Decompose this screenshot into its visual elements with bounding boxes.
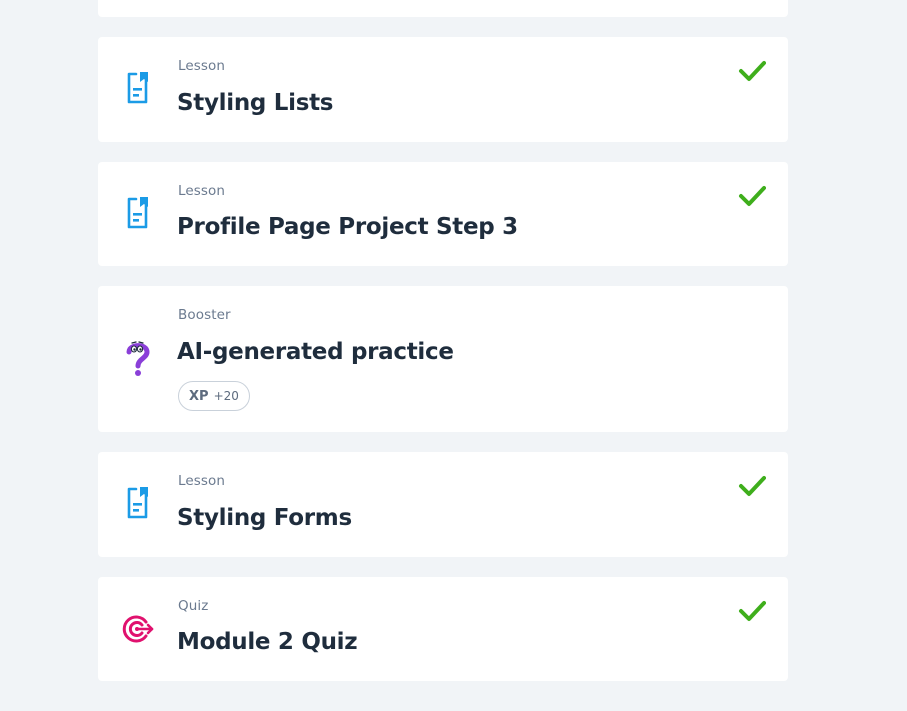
list-item-profile-page-project-step-3[interactable]: Lesson Profile Page Project Step 3	[98, 162, 788, 266]
item-type-label: Lesson	[178, 183, 226, 199]
list-item-ai-generated-practice[interactable]: Booster AI-generated practice XP +20	[98, 286, 788, 432]
lesson-document-icon	[120, 485, 156, 521]
completed-check-icon	[738, 185, 766, 207]
item-title[interactable]: Styling Lists	[177, 89, 333, 117]
xp-value: +20	[213, 389, 239, 403]
item-type-label: Lesson	[178, 473, 226, 489]
list-item-styling-forms[interactable]: Lesson Styling Forms	[98, 452, 788, 557]
lesson-document-icon	[120, 195, 156, 231]
item-title[interactable]: Module 2 Quiz	[177, 628, 358, 656]
list-item-module-2-quiz[interactable]: Quiz Module 2 Quiz	[98, 577, 788, 681]
booster-question-icon	[120, 340, 156, 376]
item-type-label: Booster	[178, 307, 231, 323]
lesson-document-icon	[120, 70, 156, 106]
item-title[interactable]: AI-generated practice	[177, 338, 454, 366]
item-title[interactable]: Profile Page Project Step 3	[177, 213, 518, 241]
item-title[interactable]: Styling Forms	[177, 504, 352, 532]
list-item-styling-lists[interactable]: Lesson Styling Lists	[98, 37, 788, 142]
completed-check-icon	[738, 475, 766, 497]
item-type-label: Lesson	[178, 58, 226, 74]
previous-item-card[interactable]	[98, 0, 788, 17]
xp-label: XP	[189, 388, 209, 404]
item-type-label: Quiz	[178, 598, 209, 614]
completed-check-icon	[738, 600, 766, 622]
completed-check-icon	[738, 60, 766, 82]
xp-reward-badge: XP +20	[178, 381, 250, 411]
learning-path-list: Lesson Styling Lists Lesson Profile Page…	[0, 0, 907, 711]
quiz-target-icon	[120, 611, 156, 647]
